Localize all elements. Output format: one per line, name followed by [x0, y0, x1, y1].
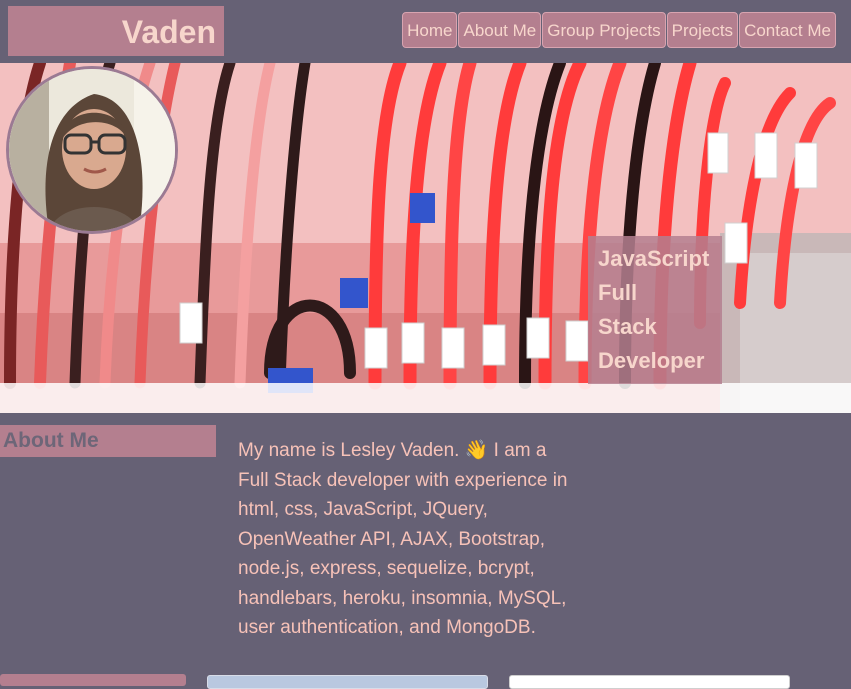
- nav-group-projects[interactable]: Group Projects: [542, 12, 666, 48]
- tagline-line: Stack: [598, 314, 657, 339]
- about-text: My name is Lesley Vaden. 👋 I am a Full S…: [238, 436, 588, 643]
- section-heading-bar: [0, 674, 186, 686]
- profile-avatar: [6, 66, 178, 234]
- about-line: node.js, express, sequelize, bcrypt,: [238, 558, 535, 579]
- nav-projects[interactable]: Projects: [666, 12, 739, 48]
- about-line: My name is Lesley Vaden. 👋 I am a: [238, 440, 547, 461]
- nav-about-me[interactable]: About Me: [458, 12, 542, 48]
- project-card[interactable]: [509, 675, 790, 689]
- about-line: html, css, JavaScript, JQuery,: [238, 499, 488, 520]
- about-line: Full Stack developer with experience in: [238, 469, 568, 491]
- tagline-line: JavaScript: [598, 246, 710, 271]
- tagline-line: Full: [598, 280, 638, 305]
- about-line: handlebars, heroku, insomnia, MySQL,: [238, 587, 567, 609]
- nav-contact-me[interactable]: Contact Me: [739, 12, 836, 48]
- about-line: user authentication, and MongoDB.: [238, 617, 536, 638]
- project-card[interactable]: [207, 675, 488, 689]
- profile-photo: [9, 69, 175, 231]
- nav-home[interactable]: Home: [402, 12, 458, 48]
- main-nav: Home About Me Group Projects Projects Co…: [402, 12, 836, 48]
- about-heading: About Me: [0, 425, 216, 457]
- site-logo[interactable]: Vaden: [122, 12, 216, 52]
- tagline-box: JavaScript Full Stack Developer: [588, 236, 722, 384]
- about-line: OpenWeather API, AJAX, Bootstrap,: [238, 528, 545, 550]
- logo-box: Vaden: [8, 6, 224, 56]
- tagline-line: Developer: [598, 348, 705, 373]
